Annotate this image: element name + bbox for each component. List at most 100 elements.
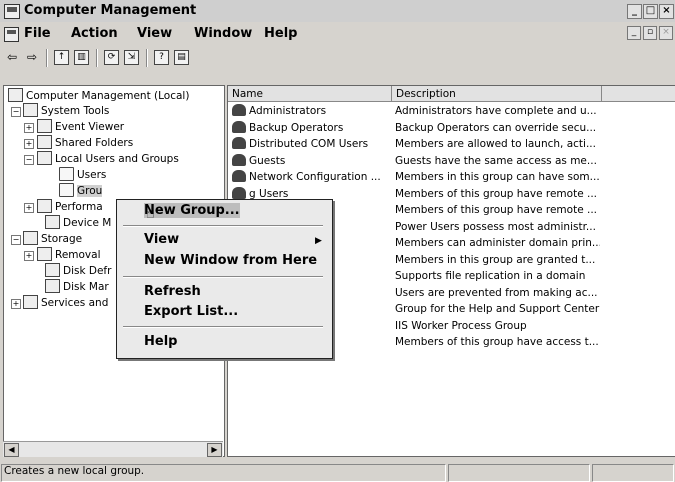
computer-management-window: Computer Management _ □ × File Action Vi… <box>0 0 675 482</box>
expand-icon[interactable]: + <box>11 299 21 309</box>
row-name-text: Backup Operators <box>249 121 344 134</box>
tree-item-storage[interactable]: Storage <box>23 231 82 247</box>
tree-item-system-tools[interactable]: System Tools <box>23 103 109 119</box>
event-viewer-icon <box>37 119 52 133</box>
row-description: Members can administer domain prin... <box>395 237 600 249</box>
properties-icon[interactable]: ▤ <box>174 50 189 65</box>
menu-view[interactable]: View <box>137 26 172 41</box>
menu-bar: File Action View Window Help <box>0 24 675 44</box>
toolbar-separator <box>96 49 98 67</box>
tree-item-performance[interactable]: Performa <box>37 199 103 215</box>
menu-item-view[interactable]: View <box>144 232 179 247</box>
tree-item-users[interactable]: Users <box>59 167 106 183</box>
table-row[interactable]: Distributed COM Users Members are allowed… <box>228 136 675 152</box>
expand-icon[interactable]: + <box>24 251 34 261</box>
back-icon[interactable]: ⇦ <box>4 49 20 65</box>
row-name: Network Configuration ... <box>232 169 392 185</box>
tree-item-event-viewer[interactable]: Event Viewer <box>37 119 124 135</box>
scroll-left-icon[interactable]: ◀ <box>4 443 19 457</box>
tree-item-groups[interactable]: Grou <box>59 183 103 199</box>
up-level-icon[interactable]: ↑ <box>54 50 69 65</box>
row-name-text: Network Configuration ... <box>249 171 381 183</box>
row-description: Members in this group are granted t... <box>395 253 596 266</box>
menu-window[interactable]: Window <box>194 26 252 41</box>
group-icon <box>232 137 246 149</box>
tree-item-label: Removal <box>55 249 101 261</box>
menu-item-refresh[interactable]: Refresh <box>144 284 201 299</box>
row-description: Members are allowed to launch, acti... <box>395 138 596 150</box>
row-description: Group for the Help and Support Center <box>395 303 600 315</box>
group-icon <box>232 104 246 116</box>
computer-icon <box>8 88 23 102</box>
row-description: IIS Worker Process Group <box>395 319 527 332</box>
toolbar-separator <box>46 49 48 67</box>
table-row[interactable]: Backup Operators Backup Operators can ove… <box>228 120 675 136</box>
menu-separator <box>123 276 323 278</box>
column-header-description[interactable]: Description <box>392 86 602 102</box>
minimize-button[interactable]: _ <box>627 4 642 19</box>
export-list-icon[interactable]: ⇲ <box>124 50 139 65</box>
performance-icon <box>37 199 52 213</box>
row-name-text: Administrators <box>249 105 327 117</box>
tree-item-disk-management[interactable]: Disk Mar <box>45 279 109 295</box>
menu-item-new-group[interactable]: New Group... <box>144 203 240 218</box>
tree-item-label: Shared Folders <box>55 137 134 149</box>
menu-item-new-window[interactable]: New Window from Here <box>144 253 317 268</box>
collapse-icon[interactable]: − <box>11 107 21 117</box>
tools-icon <box>23 103 38 117</box>
tree-item-disk-defragmenter[interactable]: Disk Defr <box>45 263 111 279</box>
title-bar[interactable]: Computer Management _ □ × <box>0 0 675 22</box>
tree-item-local-users-groups[interactable]: Local Users and Groups <box>37 151 179 167</box>
tree-item-removable-storage[interactable]: Removal <box>37 247 101 263</box>
doc-minimize-button[interactable]: _ <box>627 26 641 40</box>
row-name: Distributed COM Users <box>232 136 392 152</box>
table-row[interactable]: Administrators Administrators have comple… <box>228 103 675 119</box>
table-row[interactable]: Guests Guests have the same access as me.… <box>228 153 675 169</box>
tree-item-label: System Tools <box>41 105 110 117</box>
show-hide-tree-icon[interactable]: ▥ <box>74 50 89 65</box>
group-icon <box>232 170 246 182</box>
expand-icon[interactable]: + <box>24 203 34 213</box>
forward-icon[interactable]: ⇨ <box>24 49 40 65</box>
document-icon[interactable] <box>4 27 19 42</box>
help-icon[interactable]: ? <box>154 50 169 65</box>
doc-close-button[interactable]: × <box>659 26 673 40</box>
menu-separator <box>123 225 323 227</box>
expand-icon[interactable]: + <box>24 139 34 149</box>
row-name-text: Guests <box>249 154 286 167</box>
mouse-cursor-icon: ☝ <box>146 206 155 222</box>
collapse-icon[interactable]: − <box>24 155 34 165</box>
column-header-name[interactable]: Name <box>228 86 392 102</box>
menu-file[interactable]: File <box>24 26 51 41</box>
status-text: Creates a new local group. <box>4 465 145 477</box>
context-menu: New Group... View ▶ New Window from Here… <box>116 199 333 359</box>
column-header-empty <box>602 86 675 102</box>
row-description: Backup Operators can override secu... <box>395 121 597 134</box>
scroll-right-icon[interactable]: ▶ <box>207 443 222 457</box>
toolbar: ⇦ ⇨ ↑ ▥ ⟳ ⇲ ? ▤ <box>0 47 675 69</box>
menu-action[interactable]: Action <box>71 26 118 41</box>
window-title: Computer Management <box>24 3 197 18</box>
close-button[interactable]: × <box>659 4 674 19</box>
group-icon <box>232 120 246 133</box>
tree-item-computer-management[interactable]: Computer Management (Local) <box>8 88 189 104</box>
tree-item-services-applications[interactable]: Services and <box>23 295 108 311</box>
tree-horizontal-scrollbar[interactable]: ◀ ▶ <box>3 441 223 457</box>
menu-item-export-list[interactable]: Export List... <box>144 304 238 319</box>
folder-icon <box>59 183 74 197</box>
row-name: Administrators <box>232 103 392 119</box>
refresh-icon[interactable]: ⟳ <box>104 50 119 65</box>
tree-item-label: Storage <box>41 233 83 245</box>
menu-item-help[interactable]: Help <box>144 334 177 349</box>
collapse-icon[interactable]: − <box>11 235 21 245</box>
table-row[interactable]: Network Configuration ... Members in this… <box>228 169 675 185</box>
expand-icon[interactable]: + <box>24 123 34 133</box>
tree-item-device-manager[interactable]: Device M <box>45 215 111 231</box>
doc-restore-button[interactable]: ▫ <box>643 26 657 40</box>
defrag-icon <box>45 263 60 277</box>
menu-help[interactable]: Help <box>264 26 297 41</box>
restore-button[interactable]: □ <box>643 4 658 19</box>
row-name: Backup Operators <box>232 120 392 136</box>
tree-item-shared-folders[interactable]: Shared Folders <box>37 135 133 151</box>
row-description: Guests have the same access as me... <box>395 154 597 167</box>
